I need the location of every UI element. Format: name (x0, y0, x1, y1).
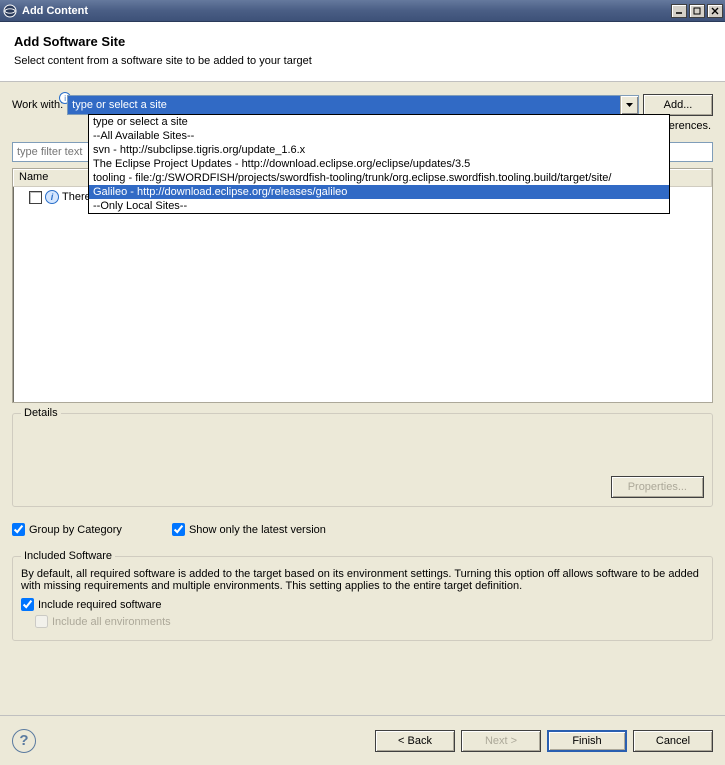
help-icon[interactable]: ? (12, 729, 36, 753)
dropdown-option[interactable]: svn - http://subclipse.tigris.org/update… (89, 143, 669, 157)
cancel-button[interactable]: Cancel (633, 730, 713, 752)
group-by-category-check[interactable]: Group by Category (12, 523, 122, 536)
back-button[interactable]: < Back (375, 730, 455, 752)
details-legend: Details (21, 407, 61, 419)
include-all-env-checkbox (35, 615, 48, 628)
site-dropdown-list[interactable]: type or select a site --All Available Si… (88, 114, 670, 214)
chevron-down-icon (626, 103, 633, 107)
include-all-env-check: Include all environments (35, 615, 704, 628)
close-button[interactable] (707, 4, 723, 18)
window-title: Add Content (22, 5, 669, 17)
titlebar: Add Content (0, 0, 725, 22)
dropdown-option[interactable]: --All Available Sites-- (89, 129, 669, 143)
dropdown-option[interactable]: The Eclipse Project Updates - http://dow… (89, 157, 669, 171)
dropdown-option[interactable]: tooling - file:/g:/SWORDFISH/projects/sw… (89, 171, 669, 185)
page-description: Select content from a software site to b… (14, 55, 711, 67)
work-with-combo[interactable] (67, 95, 639, 115)
maximize-button[interactable] (689, 4, 705, 18)
dropdown-option[interactable]: Galileo - http://download.eclipse.org/re… (89, 185, 669, 199)
included-software-group: Included Software By default, all requir… (12, 550, 713, 641)
row-checkbox[interactable] (29, 191, 42, 204)
wizard-header: Add Software Site Select content from a … (0, 22, 725, 82)
minimize-button[interactable] (671, 4, 687, 18)
page-title: Add Software Site (14, 34, 711, 49)
finish-button[interactable]: Finish (547, 730, 627, 752)
properties-button: Properties... (611, 476, 704, 498)
work-with-input[interactable] (68, 96, 620, 114)
included-legend: Included Software (21, 550, 115, 562)
app-icon (2, 3, 18, 19)
details-group: Details Properties... (12, 413, 713, 507)
show-latest-checkbox[interactable] (172, 523, 185, 536)
include-required-checkbox[interactable] (21, 598, 34, 611)
included-description: By default, all required software is add… (21, 568, 704, 592)
dropdown-option[interactable]: type or select a site (89, 115, 669, 129)
work-with-row: Work with: i Add... type or select a sit… (12, 94, 713, 116)
add-site-button[interactable]: Add... (643, 94, 713, 116)
include-required-check[interactable]: Include required software (21, 598, 704, 611)
combo-dropdown-button[interactable] (620, 96, 638, 114)
info-icon: i (45, 190, 59, 204)
dropdown-option[interactable]: --Only Local Sites-- (89, 199, 669, 213)
show-latest-check[interactable]: Show only the latest version (172, 523, 326, 536)
wizard-footer: ? < Back Next > Finish Cancel (0, 715, 725, 765)
group-by-category-checkbox[interactable] (12, 523, 25, 536)
work-with-label: Work with: (12, 99, 63, 111)
next-button: Next > (461, 730, 541, 752)
